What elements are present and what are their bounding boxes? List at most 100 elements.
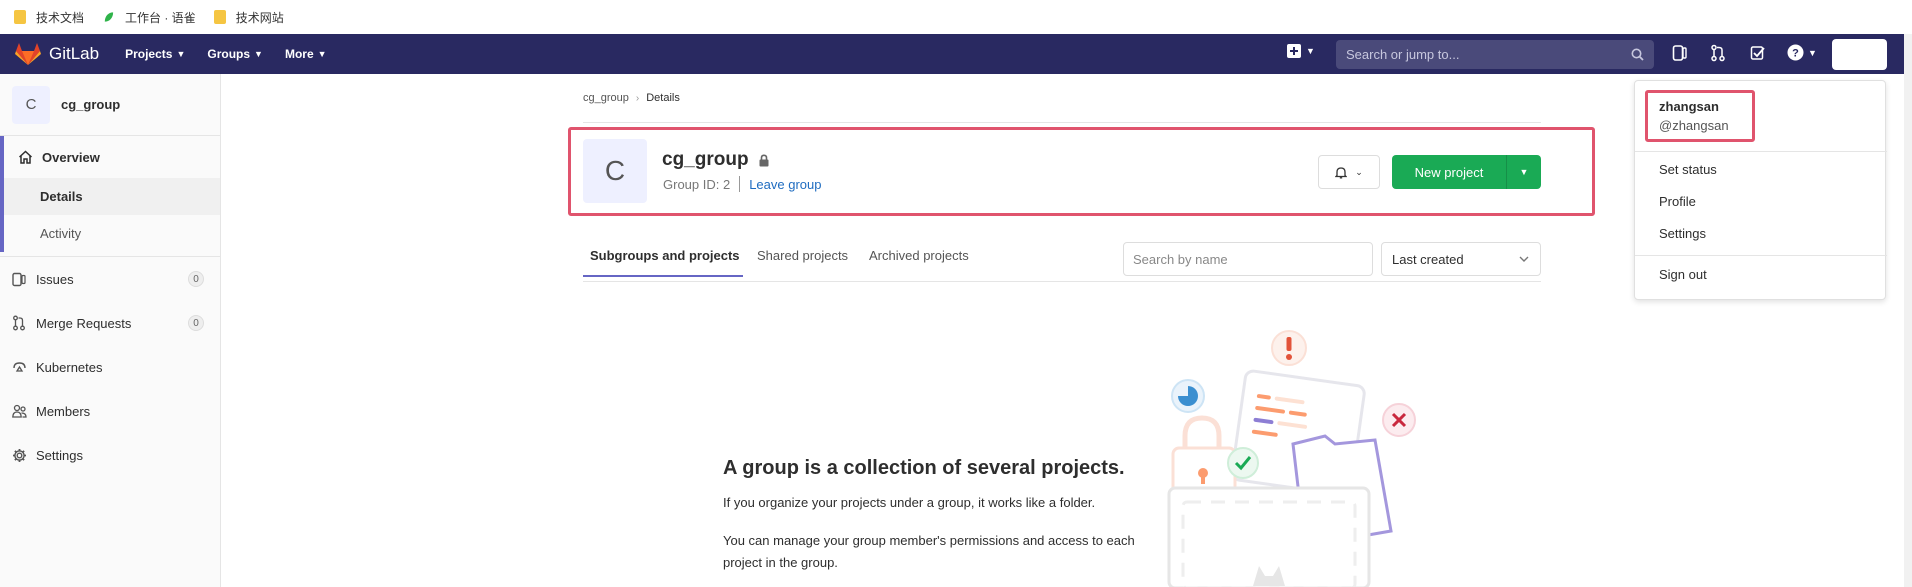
tab-label: Archived projects [869,248,969,263]
user-info[interactable]: zhangsan @zhangsan [1659,99,1729,133]
tab-archived-projects[interactable]: Archived projects [869,248,969,275]
tab-label: Subgroups and projects [590,248,740,263]
notification-dropdown[interactable]: ⌄ [1318,155,1380,189]
folder-icon [14,10,26,24]
nav-groups-label: Groups [207,47,251,61]
nav-more[interactable]: More ▼ [285,47,327,61]
menu-item-sign-out[interactable]: Sign out [1659,267,1707,282]
menu-item-profile[interactable]: Profile [1659,194,1696,209]
sidebar-item-label: Issues [36,271,74,287]
group-avatar: C [12,85,50,124]
divider [1635,151,1887,152]
sidebar-item-label: Merge Requests [36,315,132,331]
help-icon: ? [1787,44,1804,61]
sidebar-item-label: Settings [36,447,83,463]
issues-icon [12,272,28,287]
bookmark-tech-sites[interactable]: 技术网站 [213,9,284,26]
group-meta: Group ID: 2 Leave group [663,176,821,192]
sidebar-item-merge-requests[interactable]: Merge Requests 0 [0,301,220,345]
home-icon [18,150,34,164]
issues-icon[interactable] [1672,44,1688,62]
bookmark-tech-docs[interactable]: 技术文档 [14,9,84,26]
empty-state-text: If you organize your projects under a gr… [723,495,1096,510]
chevron-down-icon: ▼ [254,49,263,59]
search-icon [1631,48,1644,61]
nav-groups[interactable]: Groups ▼ [207,47,263,61]
search-input[interactable]: Search or jump to... [1336,40,1654,69]
merge-requests-count-badge: 0 [188,315,204,331]
new-dropdown-button[interactable]: ▼ [1287,44,1315,58]
sidebar-item-issues[interactable]: Issues 0 [0,257,220,301]
divider [739,176,741,192]
brand-name: GitLab [49,44,100,63]
bell-icon [1335,166,1348,178]
sidebar-group-header[interactable]: C cg_group [0,74,220,136]
svg-text:?: ? [1792,48,1799,60]
bookmark-label: 工作台 · 语雀 [125,10,196,25]
empty-group-illustration [1167,330,1416,587]
sort-selected-value: Last created [1392,251,1464,267]
divider [1635,255,1887,256]
filter-by-name-input[interactable]: Search by name [1123,242,1373,276]
nav-more-label: More [284,47,314,61]
chevron-down-icon [1519,256,1529,262]
menu-item-set-status[interactable]: Set status [1659,162,1717,177]
group-sidebar: C cg_group Overview Details Activity Iss… [0,74,221,587]
new-project-button[interactable]: New project [1392,155,1507,189]
sort-dropdown[interactable]: Last created [1381,242,1541,276]
new-project-dropdown-toggle[interactable]: ▼ [1507,155,1541,189]
members-icon [12,404,28,418]
chevron-down-icon: ▼ [1808,47,1817,58]
menu-item-settings[interactable]: Settings [1659,226,1706,241]
group-name: cg_group [662,149,749,170]
new-project-label: New project [1414,164,1484,180]
user-handle: @zhangsan [1659,118,1729,133]
tab-shared-projects[interactable]: Shared projects [757,248,848,275]
breadcrumb-current[interactable]: Details [646,92,680,104]
merge-request-icon[interactable] [1710,44,1726,62]
sidebar-item-settings[interactable]: Settings [0,433,220,477]
group-avatar-large: C [583,139,647,203]
breadcrumb: cg_group › Details [583,92,680,104]
page-scrollbar[interactable] [1904,34,1912,587]
breadcrumb-group-link[interactable]: cg_group [583,92,629,104]
todo-icon[interactable] [1750,44,1766,62]
tab-label: Shared projects [757,248,849,263]
sidebar-item-activity[interactable]: Activity [4,215,220,252]
sidebar-item-kubernetes[interactable]: Kubernetes [0,345,220,389]
bookmark-label: 技术文档 [36,10,85,25]
kubernetes-icon [12,360,28,374]
sidebar-item-details[interactable]: Details [4,178,220,215]
empty-state-title: A group is a collection of several proje… [723,457,1125,479]
yuque-icon [104,12,114,22]
chevron-down-icon: ⌄ [1355,166,1363,177]
sidebar-item-members[interactable]: Members [0,389,220,433]
sidebar-item-label: Members [36,403,91,419]
merge-request-icon [12,315,28,331]
group-title: cg_group [662,149,770,171]
leave-group-link[interactable]: Leave group [749,177,821,192]
sidebar-item-label: Overview [42,149,100,165]
user-name: zhangsan [1659,99,1719,114]
tab-subgroups-and-projects[interactable]: Subgroups and projects [583,248,743,277]
issues-count-badge: 0 [188,271,204,287]
chevron-down-icon: ▼ [317,49,327,59]
lock-icon [759,153,769,166]
user-avatar-button[interactable] [1832,39,1887,70]
new-project-split-button: New project ▼ [1392,155,1541,189]
bookmarks-bar: 技术文档 工作台 · 语雀 技术网站 [0,0,1912,34]
sidebar-item-label: Details [40,189,83,204]
chevron-down-icon: ▼ [1306,46,1315,56]
gitlab-home-link[interactable]: GitLab [15,42,99,66]
nav-projects[interactable]: Projects ▼ [125,47,185,61]
divider [583,122,1541,123]
nav-projects-label: Projects [125,47,173,61]
gitlab-logo-icon [15,43,41,65]
empty-state-text: You can manage your group member's permi… [723,533,1135,570]
chevron-down-icon: ▼ [1519,167,1529,177]
sidebar-item-overview[interactable]: Overview [4,136,220,178]
help-dropdown[interactable]: ? ▼ [1787,44,1817,61]
bookmark-yuque[interactable]: 工作台 · 语雀 [102,9,196,26]
top-navbar: GitLab Projects ▼ Groups ▼ More ▼ ▼ Sear… [0,34,1912,74]
user-dropdown-menu: zhangsan @zhangsan Set status Profile Se… [1634,80,1887,300]
